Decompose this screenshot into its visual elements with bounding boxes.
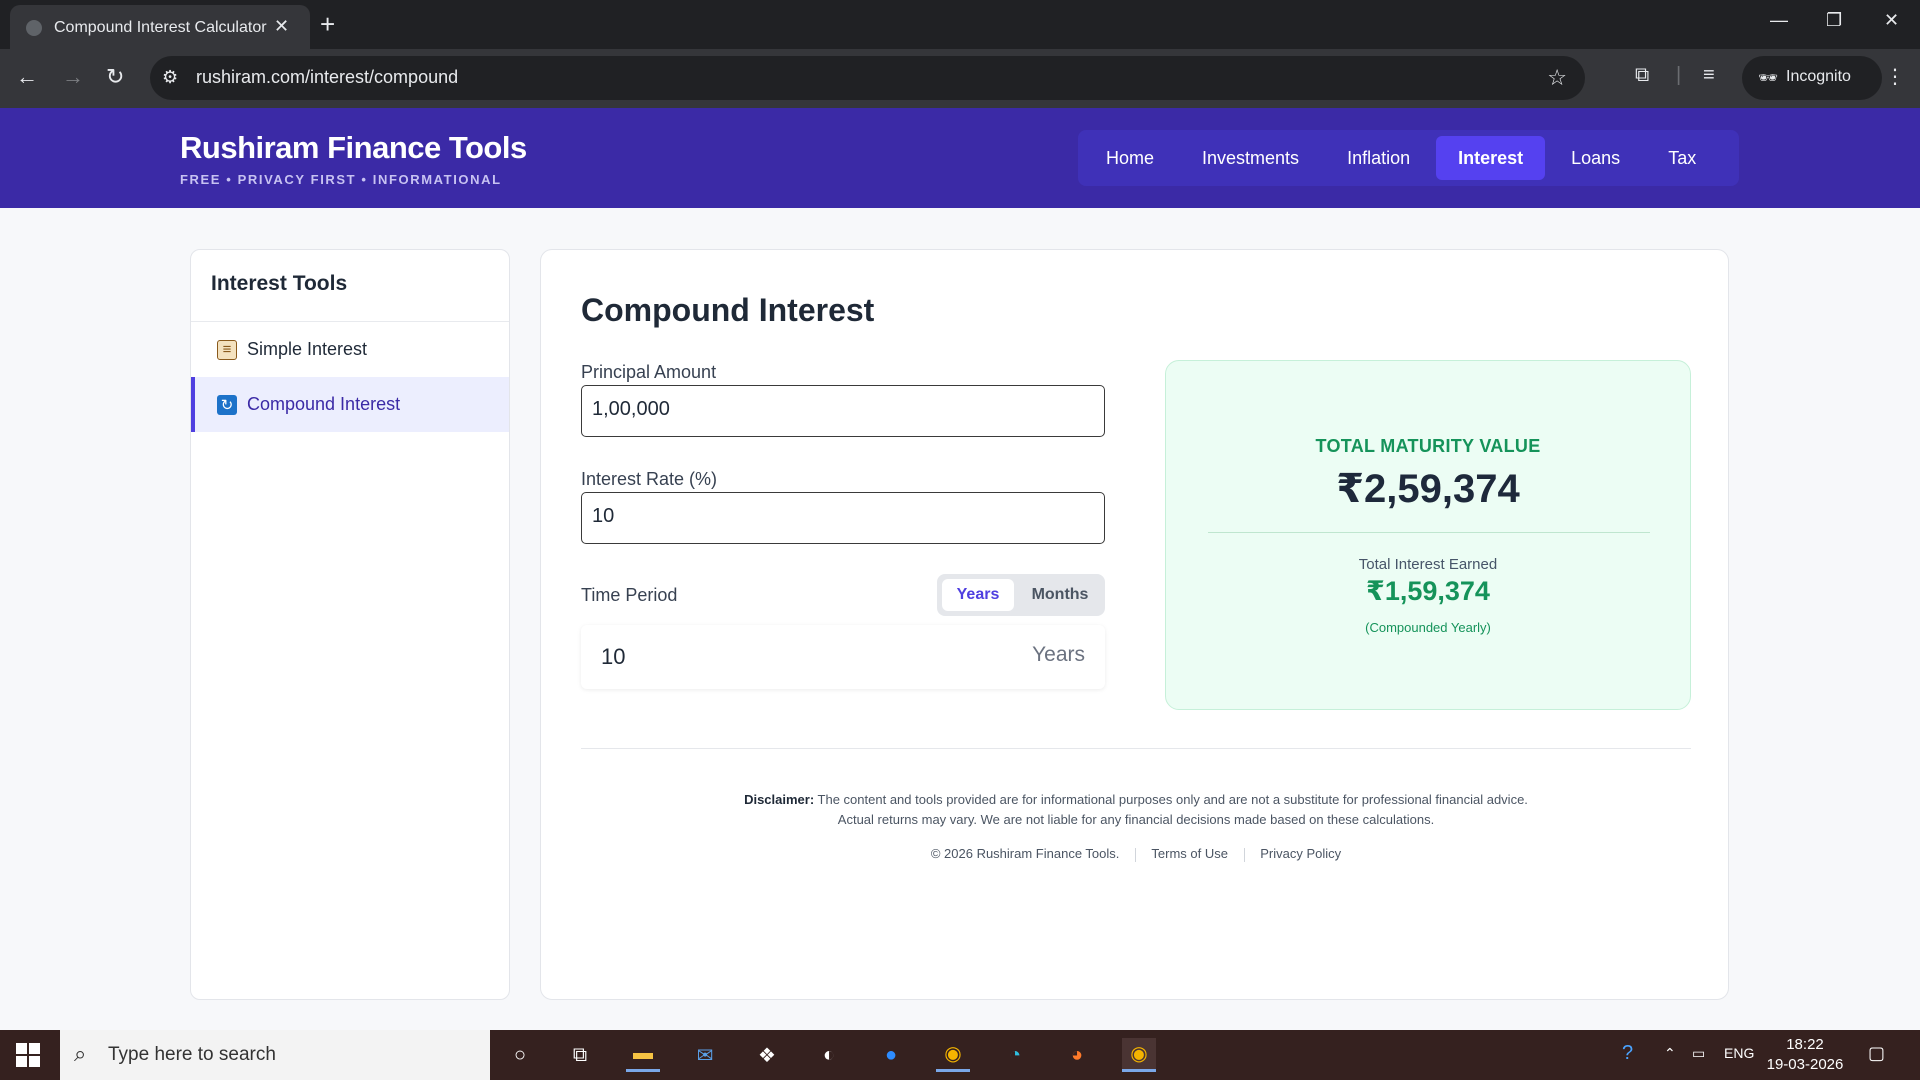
dropbox-icon[interactable]: ❖ (750, 1038, 784, 1072)
disclaimer-line-2: Actual returns may vary. We are not liab… (837, 812, 1435, 827)
browser-toolbar: ← → ↻ ⚙ rushiram.com/interest/compound ☆… (0, 49, 1920, 108)
rate-label: Interest Rate (%) (581, 469, 718, 489)
clock-date: 19-03-2026 (1766, 1056, 1844, 1073)
scroll-icon: ≡ (217, 339, 237, 360)
toolbar-divider: | (1676, 64, 1682, 86)
tab-title: Compound Interest Calculator | (54, 19, 269, 36)
address-bar[interactable]: ⚙ rushiram.com/interest/compound ☆ (150, 56, 1585, 100)
nav-loans[interactable]: Loans (1549, 136, 1642, 180)
cortana-icon[interactable]: ○ (503, 1038, 537, 1072)
compounding-note: (Compounded Yearly) (1365, 620, 1491, 635)
app-icon[interactable]: ◐ (812, 1038, 846, 1072)
main-nav: Home Investments Inflation Interest Loan… (1078, 130, 1739, 186)
firefox-icon[interactable]: ◕ (1060, 1038, 1094, 1072)
taskbar: ⌕ Type here to search ○ ⧉ ▬ ✉ ❖ ◐ ● ◉ ◔ … (0, 1030, 1920, 1080)
media-control-icon[interactable]: ≡ (1703, 64, 1715, 87)
privacy-link[interactable]: Privacy Policy (1260, 846, 1341, 861)
taskbar-search[interactable]: ⌕ Type here to search (60, 1030, 490, 1080)
tab-close-icon[interactable]: ✕ (274, 16, 289, 37)
file-explorer-icon[interactable]: ▬ (626, 1038, 660, 1072)
search-placeholder: Type here to search (108, 1044, 276, 1065)
brand-title: Rushiram Finance Tools (180, 130, 527, 165)
browser-tab[interactable]: Compound Interest Calculator | ✕ (10, 5, 310, 49)
nav-interest[interactable]: Interest (1436, 136, 1546, 180)
maturity-value: ₹2,59,374 (1336, 467, 1520, 511)
zoom-icon[interactable]: ● (874, 1038, 908, 1072)
period-unit: Years (1032, 643, 1085, 666)
toggle-months[interactable]: Months (1020, 579, 1100, 611)
chrome-icon[interactable]: ◉ (936, 1038, 970, 1072)
browser-tab-bar: Compound Interest Calculator | ✕ + — ❐ ✕ (0, 0, 1920, 49)
brand-tagline: FREE • PRIVACY FIRST • INFORMATIONAL (180, 172, 502, 187)
back-icon[interactable]: ← (16, 64, 38, 90)
url-text: rushiram.com/interest/compound (196, 67, 459, 87)
nav-investments[interactable]: Investments (1180, 136, 1321, 180)
brand[interactable]: Rushiram Finance Tools FREE • PRIVACY FI… (180, 130, 527, 187)
bookmark-star-icon[interactable]: ☆ (1547, 65, 1567, 91)
footer-separator (1243, 847, 1245, 862)
nav-inflation[interactable]: Inflation (1325, 136, 1432, 180)
result-divider (1208, 532, 1650, 533)
edge-icon[interactable]: ◔ (998, 1038, 1032, 1072)
nav-home[interactable]: Home (1084, 136, 1176, 180)
sidebar-item-compound-interest[interactable]: ↻ Compound Interest (191, 377, 509, 432)
period-value: 10 (601, 644, 626, 669)
task-view-icon[interactable]: ⧉ (563, 1038, 597, 1072)
tray-chevron-icon[interactable]: ⌃ (1664, 1045, 1676, 1062)
result-panel: TOTAL MATURITY VALUE ₹2,59,374 Total Int… (1165, 360, 1691, 710)
principal-label: Principal Amount (581, 362, 717, 382)
sidebar-item-simple-interest[interactable]: ≡ Simple Interest (191, 322, 509, 377)
windows-start-icon[interactable] (16, 1043, 40, 1067)
calculator-card: Compound Interest Principal Amount 1,00,… (540, 249, 1729, 1000)
disclaimer-title: Disclaimer: (744, 792, 815, 807)
reload-icon[interactable]: ↻ (106, 64, 124, 90)
maturity-label: TOTAL MATURITY VALUE (1315, 436, 1541, 456)
sidebar-title: Interest Tools (191, 250, 509, 322)
sidebar: Interest Tools ≡ Simple Interest ↻ Compo… (190, 249, 510, 1000)
footer-divider (581, 748, 1691, 749)
help-icon[interactable]: ? (1622, 1042, 1633, 1065)
disclaimer-line-1: The content and tools provided are for i… (817, 792, 1528, 807)
incognito-badge[interactable]: 🕶 Incognito (1742, 56, 1882, 100)
principal-input[interactable]: 1,00,000 (581, 385, 1105, 437)
footer-separator (1135, 847, 1137, 862)
clock[interactable]: 18:22 19-03-2026 (1750, 1035, 1860, 1075)
incognito-label: Incognito (1786, 68, 1851, 85)
notifications-icon[interactable]: ▢ (1868, 1043, 1885, 1064)
mail-icon[interactable]: ✉ (688, 1038, 722, 1072)
sidebar-item-label: Simple Interest (247, 339, 368, 359)
period-label: Time Period (581, 585, 678, 605)
close-window-icon[interactable]: ✕ (1884, 10, 1899, 31)
menu-kebab-icon[interactable]: ⋮ (1885, 64, 1905, 89)
site-header: Rushiram Finance Tools FREE • PRIVACY FI… (0, 108, 1920, 208)
incognito-icon: 🕶 (1758, 70, 1779, 87)
chrome-incognito-icon[interactable]: ◉ (1122, 1038, 1156, 1072)
page-title: Compound Interest (581, 292, 875, 328)
disclaimer: Disclaimer: The content and tools provid… (581, 790, 1691, 830)
forward-icon[interactable]: → (62, 64, 84, 90)
period-unit-toggle: Years Months (937, 574, 1105, 616)
search-icon: ⌕ (74, 1041, 87, 1066)
copyright: © 2026 Rushiram Finance Tools. (930, 846, 1120, 861)
sidebar-item-label: Compound Interest (247, 394, 401, 414)
nav-tax[interactable]: Tax (1646, 136, 1718, 180)
footer-links: © 2026 Rushiram Finance Tools. Terms of … (581, 846, 1691, 862)
terms-link[interactable]: Terms of Use (1151, 846, 1228, 861)
battery-icon[interactable]: ▭ (1692, 1045, 1705, 1062)
cast-search-icon[interactable]: ⧉ (1635, 64, 1649, 87)
rate-input[interactable]: 10 (581, 492, 1105, 544)
toggle-years[interactable]: Years (942, 579, 1014, 611)
restore-icon[interactable]: ❐ (1826, 10, 1842, 31)
tab-favicon-icon (26, 20, 42, 36)
new-tab-icon[interactable]: + (320, 9, 335, 40)
minimize-icon[interactable]: — (1770, 10, 1788, 31)
interest-earned-label: Total Interest Earned (1358, 556, 1498, 573)
site-info-icon[interactable]: ⚙ (162, 67, 178, 88)
clock-time: 18:22 (1786, 1036, 1824, 1053)
period-input[interactable]: 10 Years (581, 625, 1105, 689)
cycle-icon: ↻ (217, 394, 237, 415)
interest-earned-value: ₹1,59,374 (1366, 576, 1490, 606)
